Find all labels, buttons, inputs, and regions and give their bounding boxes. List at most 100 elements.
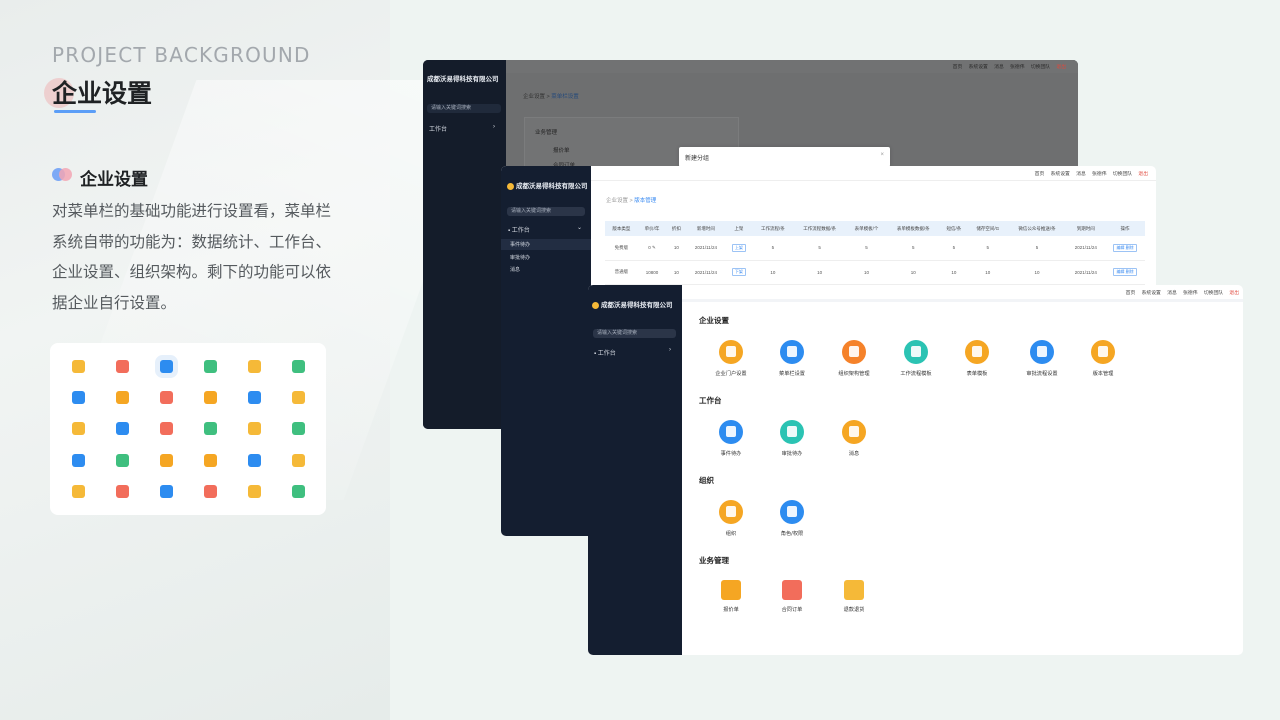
nav-settings-link[interactable]: 系统设置	[969, 65, 988, 70]
table-cell[interactable]: 编辑 删除	[1105, 236, 1145, 261]
app-tile[interactable]: 表单模板	[947, 340, 1007, 377]
app-icon	[782, 580, 802, 600]
table-header-cell: 折扣	[666, 221, 687, 236]
grid-icon	[188, 382, 232, 413]
user-name[interactable]: 张德伟	[1092, 172, 1106, 177]
grid-icon	[100, 445, 144, 476]
nav-item-todo[interactable]: 事件待办	[510, 241, 530, 248]
table-cell[interactable]: 编辑 删除	[1105, 260, 1145, 285]
app-icon	[780, 340, 804, 364]
company-name: 成都沃易得科技有限公司	[427, 76, 499, 83]
section-title: 工作台	[699, 396, 722, 405]
app-tile[interactable]: 审批流程设置	[1012, 340, 1072, 377]
app-label: 报价单	[723, 607, 739, 613]
nav-settings-link[interactable]: 系统设置	[1051, 172, 1070, 177]
search-input[interactable]: 请输入关键词搜索	[507, 207, 585, 216]
table-cell: 5	[1007, 236, 1067, 261]
table-header-cell: 表单模板/个	[846, 221, 887, 236]
app-tile[interactable]: 报价单	[701, 580, 761, 613]
table-cell[interactable]: 上架	[725, 236, 753, 261]
app-tile[interactable]: 企业门户设置	[701, 340, 761, 377]
app-tile[interactable]: 合同订单	[762, 580, 822, 613]
breadcrumb-item[interactable]: 企业设置	[523, 94, 545, 100]
table-cell: 10	[886, 260, 940, 285]
nav-messages-link[interactable]: 消息	[1076, 172, 1086, 177]
nav-workspace[interactable]: ▪ 工作台	[594, 348, 616, 357]
table-cell: 5	[846, 236, 887, 261]
nav-messages-link[interactable]: 消息	[994, 65, 1004, 70]
app-label: 合同订单	[781, 607, 803, 613]
breadcrumb: 企业设置 > 菜单栏设置	[523, 94, 579, 100]
dialog-title: 新建分组	[685, 156, 710, 162]
grid-icon	[188, 413, 232, 444]
grid-icon	[100, 413, 144, 444]
switch-team-link[interactable]: 切换团队	[1031, 65, 1050, 70]
grid-icon	[100, 382, 144, 413]
app-tile[interactable]: 菜单栏设置	[762, 340, 822, 377]
app-label: 退款退货	[843, 607, 865, 613]
breadcrumb: 企业设置 > 版本管理	[606, 198, 657, 204]
app-tile[interactable]: 退款退货	[824, 580, 884, 613]
nav-messages-link[interactable]: 消息	[1167, 291, 1177, 296]
breadcrumb-item[interactable]: 企业设置	[606, 198, 628, 204]
app-tile[interactable]: 事件待办	[701, 420, 761, 457]
screen-enterprise-settings: 成都沃易得科技有限公司 请输入关键词搜索 ▪ 工作台 › 首页 系统设置 消息 …	[588, 285, 1243, 655]
nav-home-link[interactable]: 首页	[1035, 172, 1045, 177]
app-tile[interactable]: 审批待办	[762, 420, 822, 457]
user-name[interactable]: 张德伟	[1183, 291, 1197, 296]
search-input[interactable]: 请输入关键词搜索	[593, 329, 676, 338]
tree-group[interactable]: 业务管理	[535, 128, 557, 136]
app-icon	[719, 420, 743, 444]
close-icon[interactable]: ×	[880, 152, 884, 158]
logout-link[interactable]: 退出	[1229, 291, 1239, 296]
company-name: 成都沃易得科技有限公司	[592, 299, 673, 309]
table-header-cell: 上架	[725, 221, 753, 236]
app-tile[interactable]: 消息	[824, 420, 884, 457]
tree-item[interactable]: 报价单	[553, 146, 570, 154]
app-tile[interactable]: 工作流程模板	[886, 340, 946, 377]
sidebar: 成都沃易得科技有限公司 请输入关键词搜索 工作台 ›	[423, 60, 506, 429]
grid-icon	[276, 413, 320, 444]
app-tile[interactable]: 角色/权限	[762, 500, 822, 537]
icon-set-card	[50, 343, 326, 515]
table-header-cell: 工作流程/条	[752, 221, 794, 236]
logout-link[interactable]: 退出	[1056, 65, 1066, 70]
app-tile[interactable]: 组织	[701, 500, 761, 537]
nav-home-link[interactable]: 首页	[953, 65, 963, 70]
nav-settings-link[interactable]: 系统设置	[1142, 291, 1161, 296]
app-label: 审批流程设置	[1026, 371, 1058, 377]
logout-link[interactable]: 退出	[1138, 172, 1148, 177]
nav-item-approval[interactable]: 审批待办	[510, 254, 530, 261]
app-icon	[842, 340, 866, 364]
app-label: 版本管理	[1092, 371, 1114, 377]
app-label: 事件待办	[720, 451, 742, 457]
app-tile[interactable]: 版本管理	[1073, 340, 1133, 377]
app-icon	[721, 580, 741, 600]
grid-icon	[56, 445, 100, 476]
user-name[interactable]: 张德伟	[1010, 65, 1024, 70]
app-icon	[842, 420, 866, 444]
nav-workspace[interactable]: ▪ 工作台	[508, 225, 530, 234]
table-header-cell: 新增时间	[686, 221, 726, 236]
app-label: 企业门户设置	[715, 371, 747, 377]
paragraph-line: 据企业自行设置。	[52, 293, 177, 312]
grid-icon	[100, 476, 144, 507]
paragraph-line: 系统自带的功能为：数据统计、工作台、	[52, 232, 332, 251]
app-icon	[719, 340, 743, 364]
nav-home-link[interactable]: 首页	[1126, 291, 1136, 296]
divider	[591, 180, 1156, 181]
table-cell: 10	[793, 260, 847, 285]
top-links: 首页 系统设置 消息 张德伟 切换团队 退出	[1030, 170, 1148, 177]
table-cell[interactable]: 下架	[725, 260, 753, 285]
nav-item-messages[interactable]: 消息	[510, 266, 520, 273]
app-tile[interactable]: 组织架构管理	[824, 340, 884, 377]
table-cell: 10	[666, 260, 687, 285]
search-input[interactable]: 请输入关键词搜索	[427, 104, 501, 113]
app-label: 菜单栏设置	[779, 371, 805, 377]
table-header-cell: 版本类型	[605, 221, 638, 236]
table-cell: 10	[752, 260, 794, 285]
nav-workspace[interactable]: 工作台	[429, 124, 447, 133]
switch-team-link[interactable]: 切换团队	[1204, 291, 1223, 296]
switch-team-link[interactable]: 切换团队	[1113, 172, 1132, 177]
table-cell: 10	[1007, 260, 1067, 285]
